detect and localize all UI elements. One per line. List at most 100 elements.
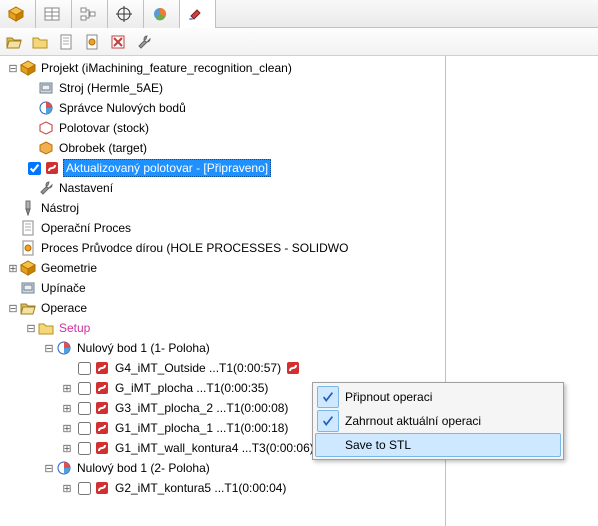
menu-item-include-current[interactable]: Zahrnout aktuální operaci: [315, 409, 561, 433]
hole-icon: [20, 240, 36, 256]
aktualizovany-label[interactable]: Aktualizovaný polotovar - [Připraveno]: [63, 159, 271, 177]
node-aktualizovany[interactable]: Aktualizovaný polotovar - [Připraveno]: [6, 158, 445, 178]
project-icon: [20, 60, 36, 76]
menu-item-save-stl[interactable]: Save to STL: [315, 433, 561, 457]
stroj-label[interactable]: Stroj (Hermle_5AE): [57, 80, 165, 96]
open-button[interactable]: [4, 32, 24, 52]
folder-open-icon: [20, 300, 36, 316]
menu-item-label: Save to STL: [345, 438, 411, 452]
node-project[interactable]: ⊟ Projekt (iMachining_feature_recognitio…: [6, 58, 445, 78]
expand-icon[interactable]: ⊞: [6, 262, 20, 275]
nastaveni-label[interactable]: Nastavení: [57, 180, 115, 196]
collapse-icon[interactable]: ⊟: [42, 342, 56, 355]
collapse-icon[interactable]: ⊟: [6, 302, 20, 315]
settings-doc-button[interactable]: [82, 32, 102, 52]
red-icon: [44, 160, 60, 176]
coords-icon: [38, 100, 54, 116]
menu-item-label: Připnout operaci: [345, 390, 432, 404]
tab-pie[interactable]: [144, 0, 180, 28]
upinace-label[interactable]: Upínače: [39, 280, 88, 296]
node-geometrie[interactable]: ⊞ Geometrie: [6, 258, 445, 278]
tree-icon: [80, 6, 96, 22]
tab-target[interactable]: [108, 0, 144, 28]
node-op[interactable]: G4_iMT_Outside ...T1(0:00:57): [6, 358, 445, 378]
table-icon: [44, 6, 60, 22]
nastroj-label[interactable]: Nástroj: [39, 200, 81, 216]
check-placeholder: [317, 434, 339, 456]
main-tab-bar: [0, 0, 598, 28]
op-checkbox[interactable]: [78, 402, 91, 415]
red-icon: [94, 380, 110, 396]
op-label[interactable]: G2_iMT_kontura5 ...T1(0:00:04): [113, 480, 288, 496]
aktualizovany-checkbox[interactable]: [28, 162, 41, 175]
check-icon: [317, 410, 339, 432]
red-icon: [285, 360, 301, 376]
op-label[interactable]: G3_iMT_plocha_2 ...T1(0:00:08): [113, 400, 290, 416]
node-stroj[interactable]: Stroj (Hermle_5AE): [6, 78, 445, 98]
expand-icon[interactable]: ⊞: [60, 402, 74, 415]
wrench-button[interactable]: [134, 32, 154, 52]
pie-icon: [152, 6, 168, 22]
op-checkbox[interactable]: [78, 382, 91, 395]
node-op[interactable]: ⊞ G2_iMT_kontura5 ...T1(0:00:04): [6, 478, 445, 498]
node-proces-pruvodce[interactable]: Proces Průvodce dírou (HOLE PROCESSES - …: [6, 238, 445, 258]
op-label[interactable]: G_iMT_plocha ...T1(0:00:35): [113, 380, 270, 396]
node-obrobek[interactable]: Obrobek (target): [6, 138, 445, 158]
machine-icon: [38, 80, 54, 96]
expand-icon[interactable]: ⊞: [60, 482, 74, 495]
op-checkbox[interactable]: [78, 482, 91, 495]
nb2-label[interactable]: Nulový bod 1 (2- Poloha): [75, 460, 212, 476]
red-icon: [94, 480, 110, 496]
node-spravce[interactable]: Správce Nulových bodů: [6, 98, 445, 118]
node-operacni-proces[interactable]: Operační Proces: [6, 218, 445, 238]
node-nb2[interactable]: ⊟ Nulový bod 1 (2- Poloha): [6, 458, 445, 478]
setup-label[interactable]: Setup: [57, 320, 92, 336]
tab-cube[interactable]: [0, 0, 36, 28]
cube-icon: [8, 6, 24, 22]
operace-label[interactable]: Operace: [39, 300, 89, 316]
op-label[interactable]: G1_iMT_plocha_1 ...T1(0:00:18): [113, 420, 290, 436]
operacni-proces-label[interactable]: Operační Proces: [39, 220, 133, 236]
op-checkbox[interactable]: [78, 362, 91, 375]
upinace-icon: [20, 280, 36, 296]
new-folder-button[interactable]: [30, 32, 50, 52]
new-doc-button[interactable]: [56, 32, 76, 52]
expand-icon[interactable]: ⊞: [60, 442, 74, 455]
wrench-icon: [38, 180, 54, 196]
proces-pruvodce-label[interactable]: Proces Průvodce dírou (HOLE PROCESSES - …: [39, 240, 350, 256]
red-icon: [94, 420, 110, 436]
polotovar-label[interactable]: Polotovar (stock): [57, 120, 151, 136]
node-nastaveni[interactable]: Nastavení: [6, 178, 445, 198]
node-polotovar[interactable]: Polotovar (stock): [6, 118, 445, 138]
op-checkbox[interactable]: [78, 422, 91, 435]
collapse-icon[interactable]: ⊟: [42, 462, 56, 475]
menu-item-pin-operation[interactable]: Připnout operaci: [315, 385, 561, 409]
tab-paint[interactable]: [180, 0, 216, 28]
node-upinace[interactable]: Upínače: [6, 278, 445, 298]
tab-table[interactable]: [36, 0, 72, 28]
geometrie-label[interactable]: Geometrie: [39, 260, 99, 276]
collapse-icon[interactable]: ⊟: [6, 62, 20, 75]
op-label[interactable]: G1_iMT_wall_kontura4 ...T3(0:00:06): [113, 440, 316, 456]
tab-tree[interactable]: [72, 0, 108, 28]
project-label[interactable]: Projekt (iMachining_feature_recognition_…: [39, 60, 294, 76]
op-label[interactable]: G4_iMT_Outside ...T1(0:00:57): [113, 360, 283, 376]
node-nb1[interactable]: ⊟ Nulový bod 1 (1- Poloha): [6, 338, 445, 358]
doc-icon: [20, 220, 36, 236]
node-nastroj[interactable]: Nástroj: [6, 198, 445, 218]
secondary-toolbar: [0, 28, 598, 56]
context-menu: Připnout operaci Zahrnout aktuální opera…: [312, 382, 564, 460]
obrobek-label[interactable]: Obrobek (target): [57, 140, 149, 156]
red-icon: [94, 440, 110, 456]
check-icon: [317, 386, 339, 408]
red-icon: [94, 400, 110, 416]
op-checkbox[interactable]: [78, 442, 91, 455]
node-operace[interactable]: ⊟ Operace: [6, 298, 445, 318]
collapse-icon[interactable]: ⊟: [24, 322, 38, 335]
spravce-label[interactable]: Správce Nulových bodů: [57, 100, 188, 116]
expand-icon[interactable]: ⊞: [60, 382, 74, 395]
delete-doc-button[interactable]: [108, 32, 128, 52]
nb1-label[interactable]: Nulový bod 1 (1- Poloha): [75, 340, 212, 356]
expand-icon[interactable]: ⊞: [60, 422, 74, 435]
node-setup[interactable]: ⊟ Setup: [6, 318, 445, 338]
